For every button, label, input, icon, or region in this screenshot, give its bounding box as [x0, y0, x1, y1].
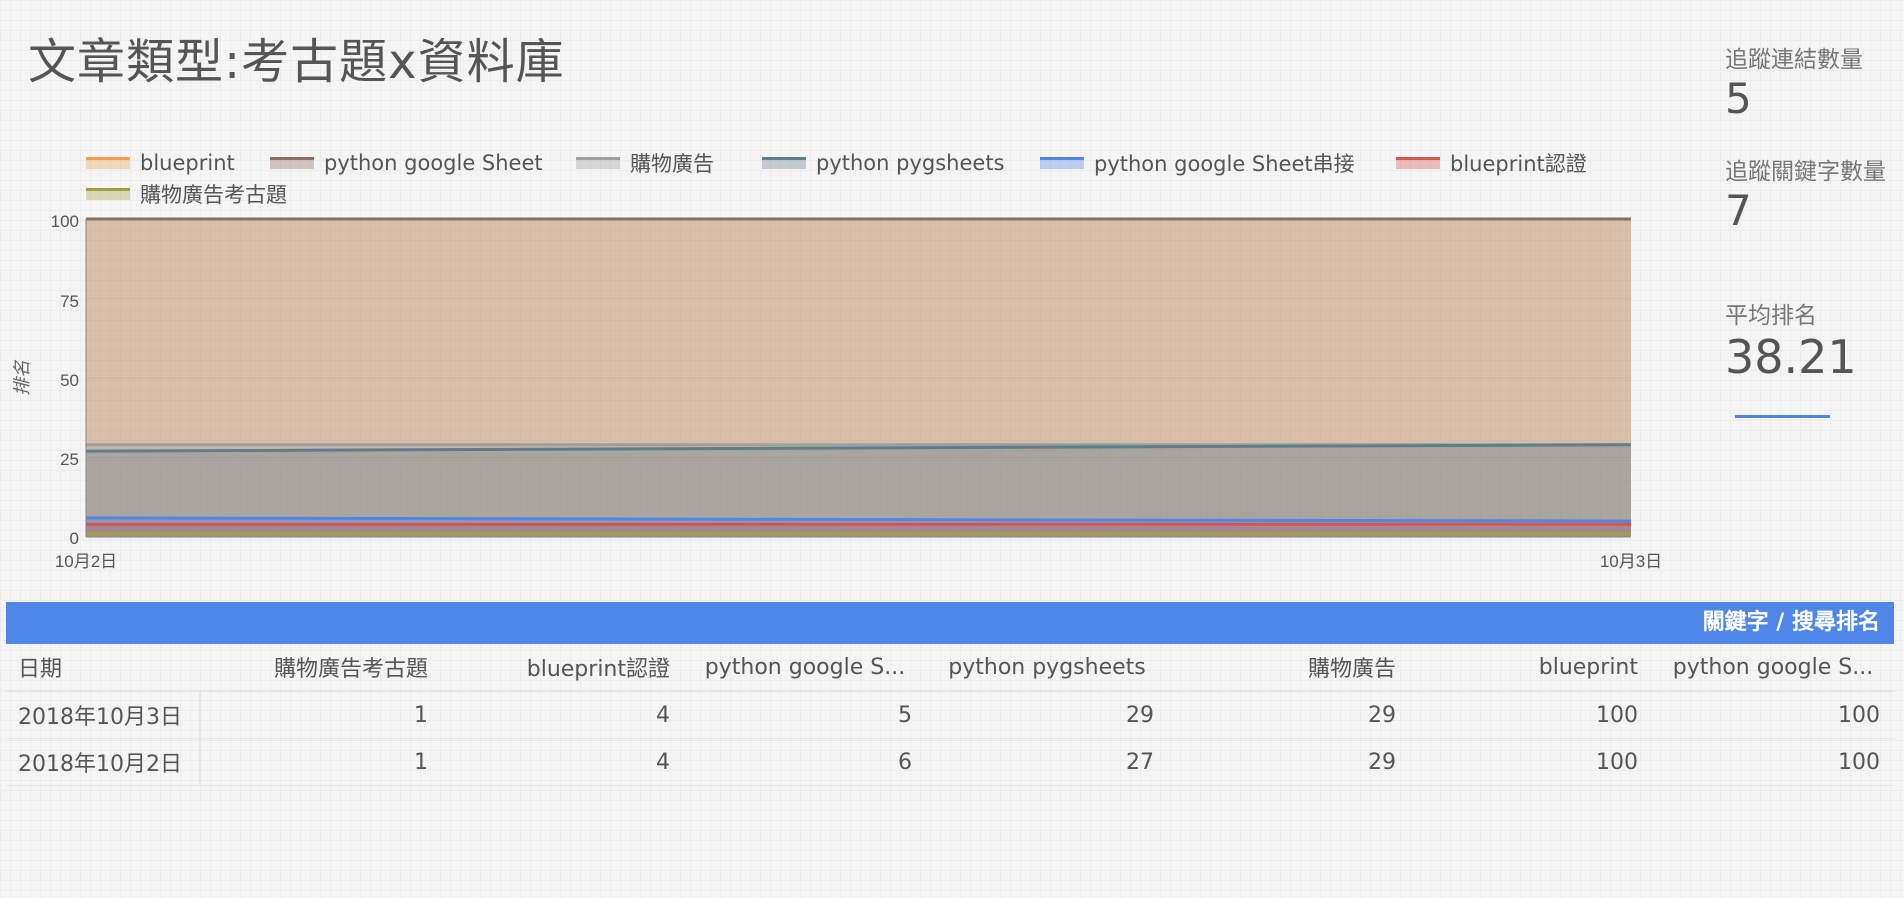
table-cell: 6 [684, 738, 926, 786]
column-header[interactable]: 購物廣告 [1168, 644, 1410, 692]
kpi-average-rank: 平均排名 38.21 [1725, 296, 1857, 383]
chart-areas [86, 219, 1631, 537]
legend-swatch [576, 157, 620, 169]
legend-swatch [1040, 157, 1084, 169]
legend-item-python-pygsheets[interactable]: python pygsheets [762, 150, 1005, 176]
legend-swatch [762, 157, 806, 169]
legend-item-python-google-sheet[interactable]: python google Sheet [270, 150, 543, 176]
table-row: 2018年10月2日 1 4 6 27 29 100 100 [6, 738, 1894, 786]
table-cell: 1 [200, 691, 442, 739]
table-cell: 27 [926, 738, 1168, 786]
table-cell: 5 [684, 691, 926, 739]
y-tick-label: 100 [51, 212, 79, 231]
legend-label: python pygsheets [816, 151, 1005, 175]
rank-table: 關鍵字 / 搜尋排名 日期 購物廣告考古題 blueprint認證 python… [6, 602, 1894, 786]
kpi-label: 追蹤關鍵字數量 [1725, 159, 1886, 185]
legend-label: 購物廣告 [630, 152, 714, 176]
legend-label: blueprint認證 [1450, 152, 1587, 176]
table-cell: 1 [200, 738, 442, 786]
legend-item-blueprint-cert[interactable]: blueprint認證 [1396, 150, 1587, 176]
column-header[interactable]: blueprint [1410, 644, 1652, 692]
table-cell: 29 [926, 691, 1168, 739]
legend-swatch [1396, 157, 1440, 169]
column-header[interactable]: python google S... [1652, 644, 1894, 692]
legend-swatch [86, 188, 130, 200]
kpi-tracked-keywords: 追蹤關鍵字數量 7 [1725, 152, 1886, 234]
page-title: 文章類型:考古題x資料庫 [28, 34, 565, 90]
x-tick-label: 10月2日 [55, 552, 117, 571]
kpi-tracked-links: 追蹤連結數量 5 [1725, 40, 1863, 122]
table-cell: 100 [1652, 738, 1894, 786]
column-header[interactable]: python google S... [684, 644, 926, 692]
legend-item-blueprint[interactable]: blueprint [86, 150, 235, 176]
area-chart: 0 25 50 75 100 10月2日 10月3日 排名 [12, 212, 1662, 571]
table-row: 2018年10月3日 1 4 5 29 29 100 100 [6, 691, 1894, 739]
table-cell-date: 2018年10月2日 [6, 738, 201, 786]
column-header[interactable]: 購物廣告考古題 [200, 644, 442, 692]
table-cell: 4 [442, 691, 684, 739]
column-header-date[interactable]: 日期 [6, 644, 200, 692]
legend-item-python-google-sheet-connect[interactable]: python google Sheet串接 [1040, 150, 1355, 176]
y-axis-label: 排名 [12, 359, 32, 396]
legend-swatch [270, 157, 314, 169]
table-cell: 4 [442, 738, 684, 786]
table-header-row: 日期 購物廣告考古題 blueprint認證 python google S..… [6, 644, 1894, 692]
x-tick-label: 10月3日 [1600, 552, 1662, 571]
y-tick-label: 75 [60, 292, 79, 311]
kpi-label: 平均排名 [1725, 303, 1817, 329]
table-cell: 100 [1410, 738, 1652, 786]
table-cell: 100 [1410, 691, 1652, 739]
legend-swatch [86, 157, 130, 169]
kpi-sparkline [1735, 415, 1830, 418]
legend-label: blueprint [140, 151, 235, 175]
kpi-value: 38.21 [1725, 330, 1857, 384]
legend-label: python google Sheet [324, 151, 543, 175]
rank-table-grid: 日期 購物廣告考古題 blueprint認證 python google S..… [6, 644, 1894, 786]
legend-label: python google Sheet串接 [1094, 152, 1355, 176]
kpi-label: 追蹤連結數量 [1725, 47, 1863, 73]
table-cell: 29 [1168, 738, 1410, 786]
y-tick-label: 50 [60, 371, 79, 390]
y-tick-label: 25 [60, 450, 79, 469]
table-group-header: 關鍵字 / 搜尋排名 [6, 602, 1894, 644]
kpi-value: 5 [1725, 74, 1752, 123]
y-tick-label: 0 [70, 529, 79, 548]
table-cell: 29 [1168, 691, 1410, 739]
column-header[interactable]: blueprint認證 [442, 644, 684, 692]
table-cell: 100 [1652, 691, 1894, 739]
legend-item-shopping-ads[interactable]: 購物廣告 [576, 150, 714, 176]
table-cell-date: 2018年10月3日 [6, 691, 201, 739]
kpi-value: 7 [1725, 186, 1752, 235]
column-header[interactable]: python pygsheets [926, 644, 1168, 692]
